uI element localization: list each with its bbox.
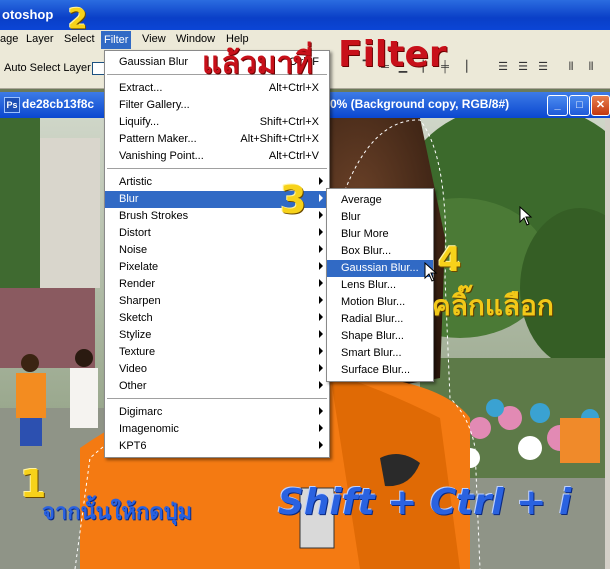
align-right-icon[interactable]: ▕ [456,60,470,74]
menu-item-motion-blur[interactable]: Motion Blur... [327,294,433,311]
annotation-top-filter: Filter [338,34,447,75]
menu-item-blur-simple[interactable]: Blur [327,209,433,226]
menu-item-average[interactable]: Average [327,192,433,209]
menu-item-gaussian-blur[interactable]: Gaussian Blur... [327,260,433,277]
menu-item-pixelate[interactable]: Pixelate [105,259,329,276]
submenu-arrow-icon [319,364,323,372]
distribute-top-icon[interactable]: ☰ [496,60,510,74]
submenu-arrow-icon [319,330,323,338]
document-name: de28cb13f8c [22,97,95,111]
menu-layer[interactable]: Layer [26,33,54,45]
submenu-arrow-icon [319,228,323,236]
document-info: 0% (Background copy, RGB/8#) [330,97,510,111]
submenu-arrow-icon [319,279,323,287]
menu-item-vanishing-point[interactable]: Vanishing Point... Alt+Ctrl+V [105,148,329,165]
menu-item-sharpen[interactable]: Sharpen [105,293,329,310]
mouse-cursor-icon [519,206,533,226]
vertical-scrollbar[interactable] [605,118,610,569]
minimize-icon[interactable]: _ [547,95,568,116]
maximize-icon[interactable]: □ [569,95,590,116]
step-2-label: 2 [68,2,88,35]
distribute-center-icon[interactable]: ⫴ [584,60,598,74]
menu-item-lens-blur[interactable]: Lens Blur... [327,277,433,294]
menu-item-surface-blur[interactable]: Surface Blur... [327,362,433,379]
menu-item-noise[interactable]: Noise [105,242,329,259]
submenu-arrow-icon [319,262,323,270]
submenu-arrow-icon [319,424,323,432]
submenu-arrow-icon [319,296,323,304]
submenu-arrow-icon [319,211,323,219]
menu-item-other[interactable]: Other [105,378,329,395]
submenu-arrow-icon [319,407,323,415]
menu-separator [107,168,327,169]
photoshop-doc-icon: Ps [4,97,20,113]
menu-item-distort[interactable]: Distort [105,225,329,242]
submenu-arrow-icon [319,245,323,253]
menu-item-video[interactable]: Video [105,361,329,378]
app-title: otoshop [2,7,54,22]
submenu-arrow-icon [319,194,323,202]
menu-item-kpt6[interactable]: KPT6 [105,438,329,455]
submenu-arrow-icon [319,381,323,389]
menu-separator [107,398,327,399]
menu-image[interactable]: age [0,33,18,45]
mouse-cursor-icon [424,262,438,282]
menu-item-sketch[interactable]: Sketch [105,310,329,327]
step-3-label: 3 [280,178,307,222]
annotation-bottom-thai: จากนั้นให้กดปุ่ม [42,500,192,525]
annotation-top-thai: แล้วมาที่ [202,46,313,81]
menu-item-imagenomic[interactable]: Imagenomic [105,421,329,438]
distribute-left-icon[interactable]: ⫴ [564,60,578,74]
submenu-arrow-icon [319,441,323,449]
menu-item-box-blur[interactable]: Box Blur... [327,243,433,260]
annotation-bottom-keys: Shift + Ctrl + i [278,482,572,523]
distribute-middle-icon[interactable]: ☰ [516,60,530,74]
menu-view[interactable]: View [142,33,166,45]
app-title-bar: otoshop [0,0,610,30]
menu-item-stylize[interactable]: Stylize [105,327,329,344]
submenu-arrow-icon [319,313,323,321]
menu-item-filter-gallery[interactable]: Filter Gallery... [105,97,329,114]
close-icon[interactable]: ✕ [591,95,610,116]
menu-item-radial-blur[interactable]: Radial Blur... [327,311,433,328]
annotation-click-select: คลิ๊กแลือก [432,289,554,322]
submenu-arrow-icon [319,177,323,185]
menu-item-pattern-maker[interactable]: Pattern Maker... Alt+Shift+Ctrl+X [105,131,329,148]
menu-item-liquify[interactable]: Liquify... Shift+Ctrl+X [105,114,329,131]
submenu-arrow-icon [319,347,323,355]
blur-submenu: Average Blur Blur More Box Blur... Gauss… [326,188,434,382]
auto-select-label: Auto Select Layer [4,62,91,74]
menu-item-texture[interactable]: Texture [105,344,329,361]
menu-filter[interactable]: Filter [101,31,132,49]
distribute-bottom-icon[interactable]: ☰ [536,60,550,74]
step-4-label: 4 [438,240,462,280]
menu-item-digimarc[interactable]: Digimarc [105,404,329,421]
menu-item-blur-more[interactable]: Blur More [327,226,433,243]
menu-item-smart-blur[interactable]: Smart Blur... [327,345,433,362]
menu-item-shape-blur[interactable]: Shape Blur... [327,328,433,345]
filter-menu: Gaussian Blur Ctrl+F Extract... Alt+Ctrl+X… [104,50,330,458]
menu-item-render[interactable]: Render [105,276,329,293]
